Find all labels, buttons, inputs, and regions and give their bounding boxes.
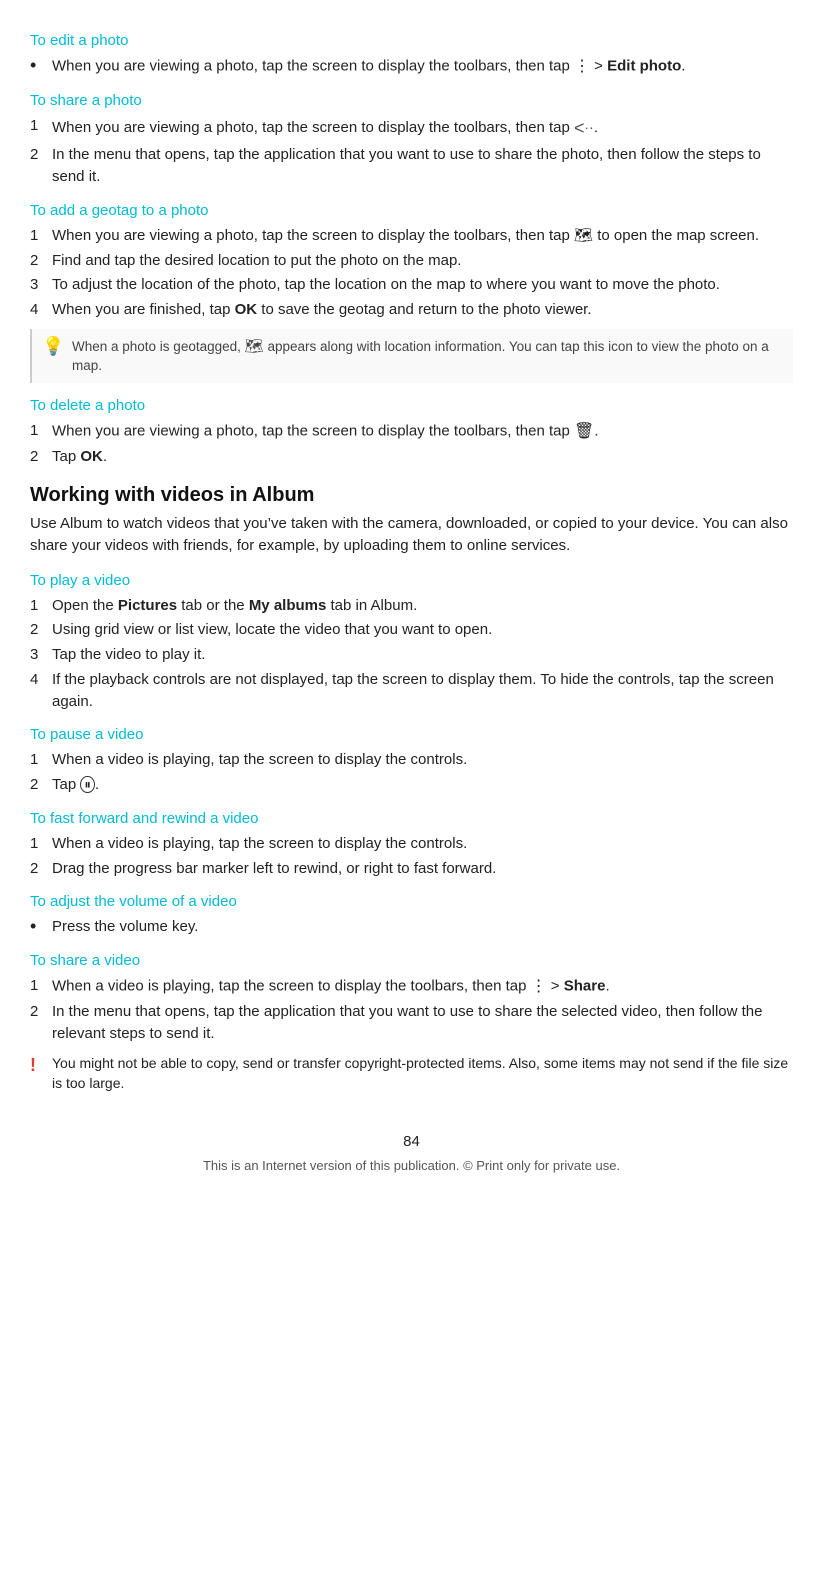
delete-photo-list: 1 When you are viewing a photo, tap the … — [30, 420, 793, 468]
list-item: 1 When you are viewing a photo, tap the … — [30, 225, 793, 247]
num-2: 2 — [30, 774, 52, 796]
page-number: 84 — [30, 1133, 793, 1150]
play-step2: Using grid view or list view, locate the… — [52, 619, 492, 641]
play-step4: If the playback controls are not display… — [52, 669, 793, 713]
list-item: 3 Tap the video to play it. — [30, 644, 793, 666]
section-pause-video: To pause a video 1 When a video is playi… — [30, 726, 793, 796]
num-2: 2 — [30, 858, 52, 880]
geotag-note: 💡 When a photo is geotagged, 🗺 appears a… — [30, 329, 793, 383]
list-item: 2 Tap OK. — [30, 446, 793, 468]
share-photo-step2: In the menu that opens, tap the applicat… — [52, 144, 793, 188]
share-video-warning-text: You might not be able to copy, send or t… — [52, 1053, 793, 1094]
section-edit-photo: To edit a photo • When you are viewing a… — [30, 32, 793, 78]
share-photo-list: 1 When you are viewing a photo, tap the … — [30, 115, 793, 188]
list-item: 2 In the menu that opens, tap the applic… — [30, 144, 793, 188]
edit-photo-text: When you are viewing a photo, tap the sc… — [52, 55, 685, 78]
list-item: • Press the volume key. — [30, 916, 793, 938]
list-item: 2 Tap ⏸. — [30, 774, 793, 796]
section-fastforward-video: To fast forward and rewind a video 1 Whe… — [30, 810, 793, 880]
play-step1: Open the Pictures tab or the My albums t… — [52, 595, 417, 617]
bullet-icon: • — [30, 55, 52, 78]
num-3: 3 — [30, 644, 52, 666]
play-video-list: 1 Open the Pictures tab or the My albums… — [30, 595, 793, 713]
play-step3: Tap the video to play it. — [52, 644, 205, 666]
geotag-photo-list: 1 When you are viewing a photo, tap the … — [30, 225, 793, 321]
num-4: 4 — [30, 669, 52, 713]
num-2: 2 — [30, 250, 52, 272]
heading-working-videos: Working with videos in Album — [30, 484, 793, 507]
list-item: 2 Drag the progress bar marker left to r… — [30, 858, 793, 880]
section-share-video: To share a video 1 When a video is playi… — [30, 952, 793, 1093]
geotag-step3: To adjust the location of the photo, tap… — [52, 274, 720, 296]
working-videos-intro: Use Album to watch videos that you’ve ta… — [30, 513, 793, 558]
delete-step2: Tap OK. — [52, 446, 107, 468]
heading-play-video: To play a video — [30, 572, 793, 589]
heading-pause-video: To pause a video — [30, 726, 793, 743]
share-video-step1: When a video is playing, tap the screen … — [52, 975, 610, 998]
list-item: 4 When you are finished, tap OK to save … — [30, 299, 793, 321]
note-bulb-icon: 💡 — [42, 334, 68, 359]
list-item: 1 When you are viewing a photo, tap the … — [30, 420, 793, 443]
geotag-step1: When you are viewing a photo, tap the sc… — [52, 225, 759, 247]
heading-adjust-volume: To adjust the volume of a video — [30, 893, 793, 910]
pause-step1: When a video is playing, tap the screen … — [52, 749, 467, 771]
section-play-video: To play a video 1 Open the Pictures tab … — [30, 572, 793, 713]
num-1: 1 — [30, 225, 52, 247]
num-1: 1 — [30, 595, 52, 617]
share-photo-step1: When you are viewing a photo, tap the sc… — [52, 115, 598, 141]
pause-video-list: 1 When a video is playing, tap the scree… — [30, 749, 793, 796]
heading-fastforward-video: To fast forward and rewind a video — [30, 810, 793, 827]
list-item: 2 In the menu that opens, tap the applic… — [30, 1001, 793, 1045]
num-2: 2 — [30, 144, 52, 188]
num-1: 1 — [30, 975, 52, 998]
section-delete-photo: To delete a photo 1 When you are viewing… — [30, 397, 793, 468]
section-geotag-photo: To add a geotag to a photo 1 When you ar… — [30, 202, 793, 383]
fastforward-step2: Drag the progress bar marker left to rew… — [52, 858, 496, 880]
list-item: 1 Open the Pictures tab or the My albums… — [30, 595, 793, 617]
num-1: 1 — [30, 749, 52, 771]
num-3: 3 — [30, 274, 52, 296]
list-item: 1 When a video is playing, tap the scree… — [30, 975, 793, 998]
heading-share-video: To share a video — [30, 952, 793, 969]
share-video-warning: ! You might not be able to copy, send or… — [30, 1053, 793, 1094]
num-2: 2 — [30, 446, 52, 468]
warning-icon: ! — [30, 1052, 52, 1078]
list-item: 1 When you are viewing a photo, tap the … — [30, 115, 793, 141]
edit-photo-list: • When you are viewing a photo, tap the … — [30, 55, 793, 78]
adjust-volume-list: • Press the volume key. — [30, 916, 793, 938]
pause-step2: Tap ⏸. — [52, 774, 99, 796]
geotag-step4: When you are finished, tap OK to save th… — [52, 299, 592, 321]
list-item: 1 When a video is playing, tap the scree… — [30, 833, 793, 855]
fastforward-video-list: 1 When a video is playing, tap the scree… — [30, 833, 793, 880]
num-2: 2 — [30, 1001, 52, 1045]
num-1: 1 — [30, 115, 52, 141]
list-item: 4 If the playback controls are not displ… — [30, 669, 793, 713]
geotag-step2: Find and tap the desired location to put… — [52, 250, 461, 272]
num-4: 4 — [30, 299, 52, 321]
heading-share-photo: To share a photo — [30, 92, 793, 109]
num-2: 2 — [30, 619, 52, 641]
section-share-photo: To share a photo 1 When you are viewing … — [30, 92, 793, 188]
delete-step1: When you are viewing a photo, tap the sc… — [52, 420, 598, 443]
list-item: 2 Using grid view or list view, locate t… — [30, 619, 793, 641]
section-working-videos: Working with videos in Album Use Album t… — [30, 484, 793, 1094]
footer-text: This is an Internet version of this publ… — [30, 1158, 793, 1173]
heading-edit-photo: To edit a photo — [30, 32, 793, 49]
list-item: • When you are viewing a photo, tap the … — [30, 55, 793, 78]
share-video-list: 1 When a video is playing, tap the scree… — [30, 975, 793, 1045]
list-item: 1 When a video is playing, tap the scree… — [30, 749, 793, 771]
list-item: 2 Find and tap the desired location to p… — [30, 250, 793, 272]
num-1: 1 — [30, 420, 52, 443]
fastforward-step1: When a video is playing, tap the screen … — [52, 833, 467, 855]
bullet-icon: • — [30, 916, 52, 938]
share-video-step2: In the menu that opens, tap the applicat… — [52, 1001, 793, 1045]
section-adjust-volume: To adjust the volume of a video • Press … — [30, 893, 793, 938]
adjust-volume-text: Press the volume key. — [52, 916, 198, 938]
num-1: 1 — [30, 833, 52, 855]
heading-delete-photo: To delete a photo — [30, 397, 793, 414]
list-item: 3 To adjust the location of the photo, t… — [30, 274, 793, 296]
heading-geotag-photo: To add a geotag to a photo — [30, 202, 793, 219]
geotag-note-text: When a photo is geotagged, 🗺 appears alo… — [72, 336, 783, 376]
